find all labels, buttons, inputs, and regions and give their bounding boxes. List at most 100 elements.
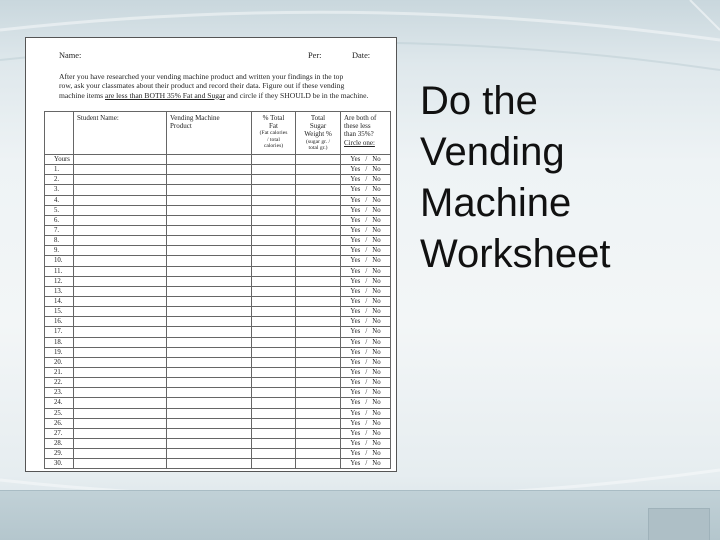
row-label: 8. [44, 235, 74, 247]
table-row: 5. Yes / No [44, 204, 391, 216]
blank-cell [251, 153, 296, 166]
blank-cell [166, 366, 252, 379]
table-row: 13. Yes / No [44, 285, 391, 297]
yes-no-cell: Yes / No [340, 407, 391, 419]
row-label: 4. [44, 194, 74, 206]
blank-cell [251, 275, 296, 287]
row-label: 21. [44, 366, 74, 379]
no-option: No [372, 206, 381, 214]
blank-cell [251, 407, 296, 419]
blank-cell [166, 387, 252, 399]
row-label: 24. [44, 397, 74, 409]
yes-no-separator: / [365, 277, 368, 285]
table-row: 15. Yes / No [44, 306, 391, 318]
blank-cell [73, 397, 167, 409]
blank-cell [251, 448, 296, 460]
no-option: No [372, 156, 381, 164]
no-option: No [372, 419, 381, 427]
no-option: No [372, 369, 381, 377]
blank-cell [295, 356, 341, 368]
no-option: No [372, 308, 381, 316]
blank-cell [295, 295, 341, 308]
table-row: 6. Yes / No [44, 214, 391, 226]
instructions: After you have researched your vending m… [59, 72, 368, 100]
no-option: No [372, 358, 381, 366]
no-option: No [372, 450, 381, 458]
table-row: 25. Yes / No [44, 407, 391, 419]
yes-no-cell: Yes / No [340, 346, 391, 358]
yes-no-separator: / [365, 409, 368, 417]
row-label: 15. [44, 306, 74, 318]
yes-no-cell: Yes / No [340, 387, 391, 399]
blank-cell [166, 214, 252, 226]
blank-cell [295, 458, 341, 470]
yes-no-cell: Yes / No [340, 164, 391, 176]
blank-cell [166, 245, 252, 257]
row-label: 20. [44, 356, 74, 368]
worksheet-image: Name: Per: Date: After you have research… [25, 37, 397, 472]
table-row: 7. Yes / No [44, 224, 391, 237]
blank-cell [251, 427, 296, 439]
table-row: Yours Yes / No [44, 153, 391, 166]
yes-no-cell: Yes / No [340, 174, 391, 186]
blank-cell [295, 245, 341, 257]
no-option: No [372, 389, 381, 397]
blank-cell [251, 204, 296, 216]
yes-no-cell: Yes / No [340, 214, 391, 226]
blank-cell [73, 224, 167, 237]
blank-cell [166, 224, 252, 237]
no-option: No [372, 460, 381, 468]
yes-option: Yes [350, 358, 361, 366]
blank-cell [295, 255, 341, 267]
blank-cell [251, 224, 296, 237]
yes-no-cell: Yes / No [340, 153, 391, 166]
table-row: 23. Yes / No [44, 387, 391, 399]
yes-option: Yes [350, 227, 361, 235]
blank-cell [251, 437, 296, 450]
no-option: No [372, 440, 381, 447]
blank-cell [73, 346, 167, 358]
blank-cell [166, 235, 252, 247]
yes-no-separator: / [365, 308, 368, 316]
yes-option: Yes [350, 247, 361, 255]
yes-no-separator: / [365, 369, 368, 377]
blank-cell [295, 316, 341, 328]
blank-cell [295, 306, 341, 318]
blank-cell [166, 265, 252, 277]
yes-option: Yes [350, 429, 361, 437]
blank-cell [73, 407, 167, 419]
row-label: 29. [44, 448, 74, 460]
blank-cell [73, 295, 167, 308]
no-option: No [372, 399, 381, 407]
row-number-header [44, 111, 74, 155]
row-label: 13. [44, 285, 74, 297]
yes-option: Yes [350, 206, 361, 214]
blank-cell [295, 377, 341, 389]
yes-no-cell: Yes / No [340, 285, 391, 297]
fat-header: % Total Fat (Fat calories / total calori… [251, 111, 296, 155]
table-row: 30. Yes / No [44, 458, 391, 470]
blank-cell [166, 448, 252, 460]
table-row: 21. Yes / No [44, 366, 391, 379]
yes-no-cell: Yes / No [340, 295, 391, 308]
table-row: 20. Yes / No [44, 356, 391, 368]
table-row: 1. Yes / No [44, 164, 391, 176]
blank-cell [251, 366, 296, 379]
no-option: No [372, 196, 381, 204]
yes-no-cell: Yes / No [340, 275, 391, 287]
yes-no-separator: / [365, 227, 368, 235]
yes-option: Yes [350, 328, 361, 336]
blank-cell [166, 407, 252, 419]
yes-no-cell: Yes / No [340, 458, 391, 470]
yes-no-separator: / [365, 206, 368, 214]
name-label: Name: [59, 51, 82, 60]
blank-cell [166, 356, 252, 368]
yes-no-separator: / [365, 348, 368, 356]
yes-option: Yes [350, 348, 361, 356]
instructions-line-3: machine items are less than BOTH 35% Fat… [59, 91, 368, 100]
footer-band [0, 490, 720, 540]
blank-cell [251, 326, 296, 338]
title-line-2: Vending [420, 130, 565, 174]
yes-no-cell: Yes / No [340, 235, 391, 247]
yes-no-cell: Yes / No [340, 224, 391, 237]
